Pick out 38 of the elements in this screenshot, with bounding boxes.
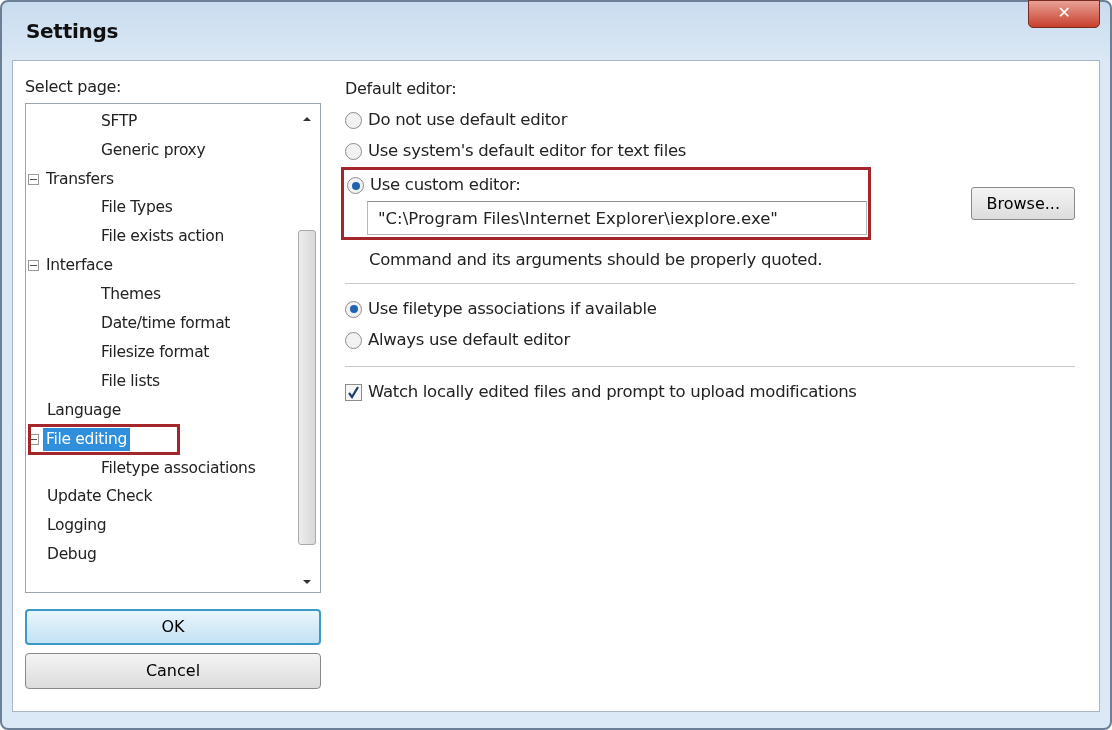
tree-item[interactable]: File exists action: [98, 225, 228, 249]
radio-label[interactable]: Always use default editor: [368, 327, 570, 353]
radio-button[interactable]: [345, 331, 362, 349]
tree-item[interactable]: Transfers: [43, 167, 117, 191]
tree-item[interactable]: Generic proxy: [98, 138, 209, 162]
collapse-icon[interactable]: [28, 173, 39, 185]
hint-text: Command and its arguments should be properly quoted.: [368, 249, 824, 271]
tree-item[interactable]: Interface: [43, 254, 116, 278]
tree-item[interactable]: File lists: [98, 369, 163, 394]
ok-button[interactable]: OK: [25, 609, 321, 645]
tree-item[interactable]: Debug: [44, 543, 100, 567]
radio-button[interactable]: [347, 177, 364, 194]
collapse-icon[interactable]: [28, 260, 39, 272]
tree-item[interactable]: Date/time format: [98, 312, 234, 336]
tree-item[interactable]: Logging: [44, 514, 110, 538]
window-title: Settings: [26, 18, 118, 45]
collapse-icon[interactable]: [28, 433, 39, 445]
command-field[interactable]: "C:\Program Files\Internet Explorer\iexplore.exe": [367, 201, 867, 235]
checkbox-label[interactable]: Watch locally edited files and prompt to upload modifications: [368, 379, 857, 405]
radio-label[interactable]: Do not use default editor: [368, 108, 568, 133]
tree-item[interactable]: Language: [44, 398, 125, 422]
tree-item[interactable]: Themes: [98, 283, 164, 307]
cancel-button[interactable]: Cancel: [25, 653, 321, 689]
tree-item[interactable]: Update Check: [44, 485, 156, 509]
tree-item[interactable]: SFTP: [98, 109, 141, 134]
radio-label[interactable]: Use custom editor:: [370, 173, 521, 198]
radio-button[interactable]: [345, 112, 362, 129]
checkbox[interactable]: [345, 383, 362, 401]
group-label: Default editor:: [345, 78, 458, 100]
radio-label[interactable]: Use filetype associations if available: [368, 296, 657, 322]
tree-item[interactable]: Filetype associations: [98, 456, 259, 480]
radio-button[interactable]: [345, 143, 362, 160]
browse-button[interactable]: Browse...: [971, 187, 1075, 220]
radio-label[interactable]: Use system's default editor for text files: [368, 139, 687, 164]
radio-button[interactable]: [345, 300, 362, 318]
tree-label: Select page:: [25, 76, 123, 98]
tree-item[interactable]: File Types: [98, 196, 176, 220]
tree-item[interactable]: Filesize format: [98, 340, 213, 365]
